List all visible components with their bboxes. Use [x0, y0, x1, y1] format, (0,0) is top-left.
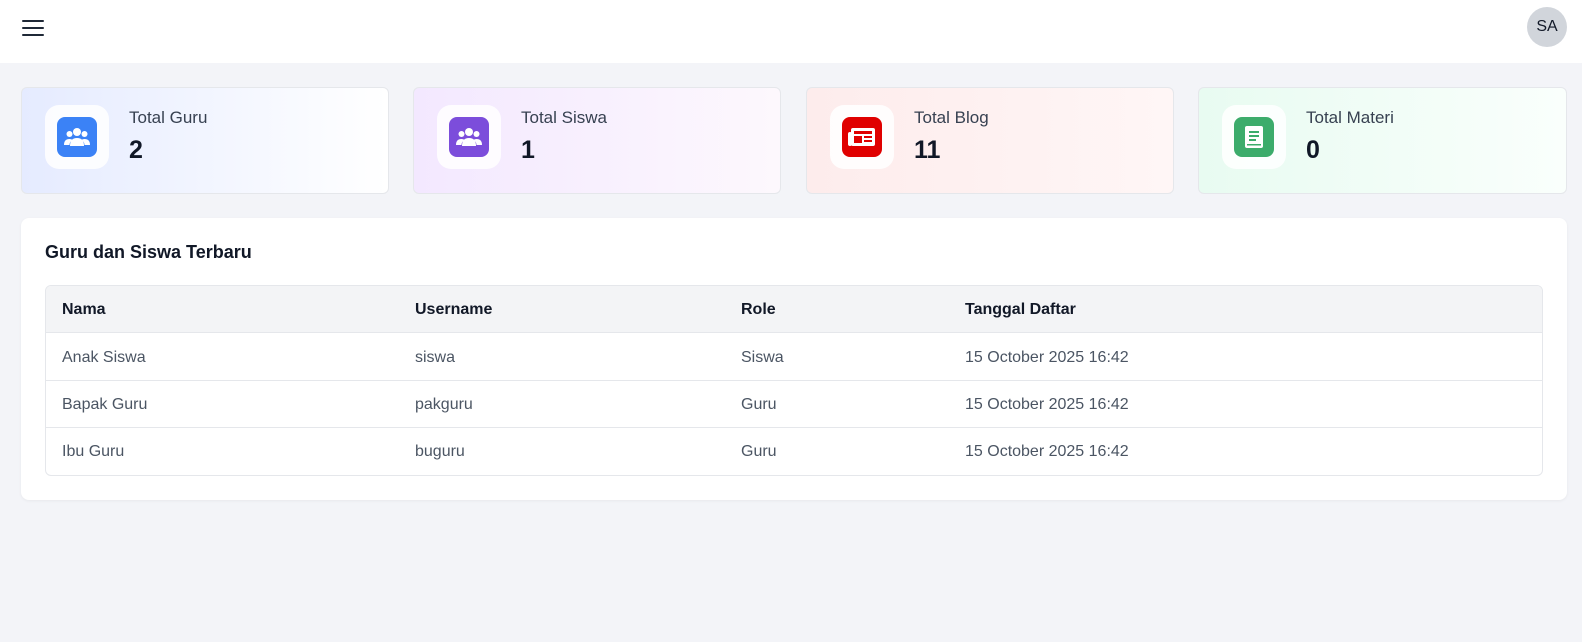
- cell-role: Guru: [741, 396, 777, 413]
- avatar[interactable]: SA: [1527, 7, 1567, 47]
- stat-card-blog: Total Blog 11: [806, 87, 1174, 194]
- stats-cards: Total Guru 2 Total Siswa 1 Total Blog 11…: [21, 87, 1582, 194]
- book-icon: [1234, 117, 1274, 157]
- column-header-nama: Nama: [62, 301, 106, 318]
- table-row: Anak Siswa siswa Siswa 15 October 2025 1…: [46, 334, 1542, 381]
- hamburger-menu-icon[interactable]: [22, 16, 48, 40]
- stat-value: 1: [521, 136, 535, 164]
- cell-tanggal: 15 October 2025 16:42: [965, 396, 1129, 413]
- cell-tanggal: 15 October 2025 16:42: [965, 349, 1129, 366]
- stat-card-siswa: Total Siswa 1: [413, 87, 781, 194]
- stat-value: 11: [914, 136, 941, 164]
- stat-value: 0: [1306, 136, 1320, 164]
- users-icon: [449, 117, 489, 157]
- recent-users-panel: Guru dan Siswa Terbaru Nama Username Rol…: [21, 218, 1567, 500]
- stat-card-materi: Total Materi 0: [1198, 87, 1567, 194]
- cell-username: buguru: [415, 443, 465, 460]
- cell-nama: Anak Siswa: [62, 349, 146, 366]
- table-row: Ibu Guru buguru Guru 15 October 2025 16:…: [46, 428, 1542, 475]
- table-header: Nama Username Role Tanggal Daftar: [46, 286, 1542, 333]
- cell-role: Guru: [741, 443, 777, 460]
- users-icon: [57, 117, 97, 157]
- cell-nama: Bapak Guru: [62, 396, 148, 413]
- cell-username: pakguru: [415, 396, 473, 413]
- panel-title: Guru dan Siswa Terbaru: [45, 242, 252, 262]
- top-bar: SA: [0, 0, 1582, 63]
- cell-nama: Ibu Guru: [62, 443, 125, 460]
- column-header-tanggal: Tanggal Daftar: [965, 301, 1076, 318]
- cell-username: siswa: [415, 349, 456, 366]
- stat-label: Total Blog: [914, 108, 989, 127]
- table-row: Bapak Guru pakguru Guru 15 October 2025 …: [46, 381, 1542, 428]
- stat-label: Total Guru: [129, 108, 208, 127]
- column-header-username: Username: [415, 301, 493, 318]
- newspaper-icon: [842, 117, 882, 157]
- recent-users-table: Nama Username Role Tanggal Daftar Anak S…: [45, 285, 1543, 476]
- stat-value: 2: [129, 136, 143, 164]
- stat-card-guru: Total Guru 2: [21, 87, 389, 194]
- stat-label: Total Materi: [1306, 108, 1394, 127]
- column-header-role: Role: [741, 301, 776, 318]
- stat-label: Total Siswa: [521, 108, 607, 127]
- cell-tanggal: 15 October 2025 16:42: [965, 443, 1129, 460]
- cell-role: Siswa: [741, 349, 784, 366]
